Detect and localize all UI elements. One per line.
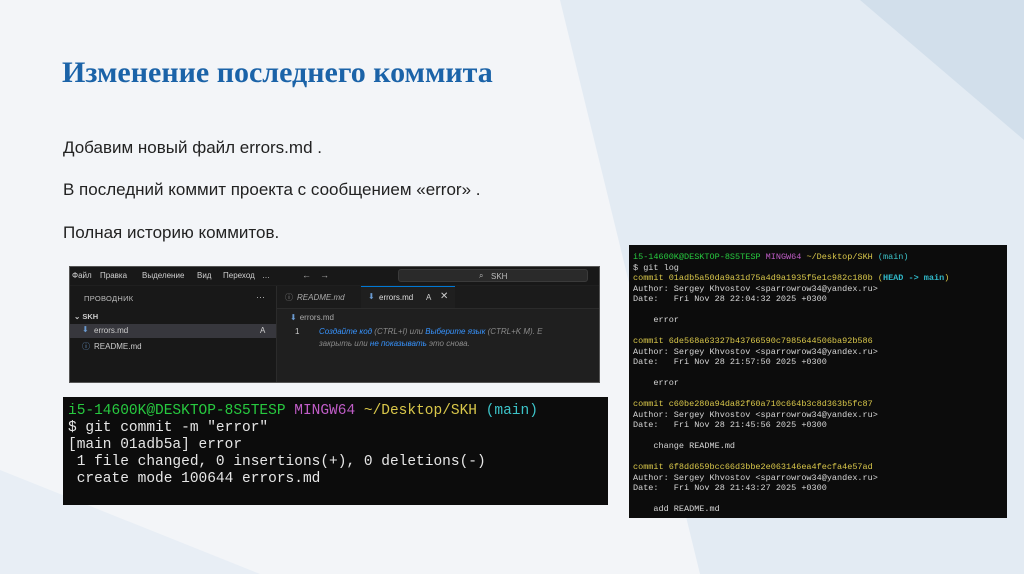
search-text: SKH bbox=[491, 272, 508, 281]
slide-paragraph-2: В последний коммит проекта с сообщением … bbox=[63, 180, 481, 199]
menu-more[interactable]: … bbox=[262, 271, 270, 280]
commit-message: error bbox=[633, 315, 679, 325]
tab-label: README.md bbox=[297, 293, 345, 302]
menu-edit[interactable]: Правка bbox=[100, 271, 127, 280]
create-code-link[interactable]: Создайте код bbox=[319, 327, 372, 336]
folder-label: SKH bbox=[82, 312, 99, 321]
breadcrumb[interactable]: ⬇ errors.md bbox=[290, 313, 334, 322]
markdown-file-icon: ⓘ bbox=[82, 342, 90, 351]
line-number: 1 bbox=[295, 327, 300, 336]
terminal-git-log[interactable]: i5-14600K@DESKTOP-8S5TESP MINGW64 ~/Desk… bbox=[629, 245, 1007, 518]
commit-message: add README.md bbox=[633, 504, 720, 514]
command-line: $ git log bbox=[633, 262, 679, 273]
command-line: $ git commit -m "error" bbox=[68, 420, 269, 436]
info-icon: ⓘ bbox=[285, 293, 293, 302]
close-icon[interactable]: ✕ bbox=[440, 291, 448, 302]
tab-readme[interactable]: ⓘ README.md bbox=[277, 286, 359, 308]
markdown-file-icon: ⬇ bbox=[290, 313, 297, 322]
slide-paragraph-1: Добавим новый файл errors.md . bbox=[63, 138, 322, 157]
commit-hash-line: commit 6de568a63327b43766590c7985644506b… bbox=[633, 336, 873, 346]
tab-label: errors.md bbox=[379, 293, 414, 302]
markdown-file-icon: ⬇ bbox=[368, 292, 375, 301]
tab-errors[interactable]: ⬇ errors.md A ✕ bbox=[361, 286, 455, 308]
commit-message: error bbox=[633, 378, 679, 388]
commit-hash-line: commit 6f8dd659bcc66d3bbe2e063146ea4fecf… bbox=[633, 462, 873, 472]
command-search-box[interactable]: ⌕ SKH bbox=[398, 269, 588, 282]
file-item-errors[interactable]: ⬇ errors.md A bbox=[70, 324, 276, 338]
vscode-window: Файл Правка Выделение Вид Переход … ← → … bbox=[69, 266, 600, 383]
git-added-badge: A bbox=[426, 293, 432, 302]
menu-selection[interactable]: Выделение bbox=[142, 271, 184, 280]
file-item-readme[interactable]: ⓘ README.md bbox=[70, 340, 276, 354]
select-language-link[interactable]: Выберите язык bbox=[425, 327, 485, 336]
explorer-sidebar: ПРОВОДНИК ··· ⌄ SKH ⬇ errors.md A ⓘ READ… bbox=[70, 286, 277, 382]
nav-forward-icon[interactable]: → bbox=[320, 270, 329, 280]
prompt-line: i5-14600K@DESKTOP-8S5TESP MINGW64 ~/Desk… bbox=[68, 403, 538, 419]
markdown-file-icon: ⬇ bbox=[82, 325, 89, 334]
commit-hash-line: commit 01adb5a50da9a31d75a4d9a1935f5e1c9… bbox=[633, 273, 950, 283]
commit-date: Date: Fri Nov 28 21:43:27 2025 +0300 bbox=[633, 483, 827, 493]
commit-message: change README.md bbox=[633, 441, 736, 451]
commit-hash-line: commit c60be280a94da82f60a710c664b3c8d36… bbox=[633, 399, 873, 409]
more-actions-icon[interactable]: ··· bbox=[256, 292, 265, 302]
menu-bar: Файл Правка Выделение Вид Переход … ← → … bbox=[70, 267, 599, 285]
breadcrumb-label: errors.md bbox=[299, 313, 334, 322]
search-icon: ⌕ bbox=[479, 271, 484, 280]
output-line: [main 01adb5a] error bbox=[68, 437, 243, 453]
slide-paragraph-3: Полная историю коммитов. bbox=[63, 223, 280, 242]
commit-date: Date: Fri Nov 28 22:04:32 2025 +0300 bbox=[633, 294, 827, 304]
nav-back-icon[interactable]: ← bbox=[302, 270, 311, 280]
output-line: create mode 100644 errors.md bbox=[68, 471, 321, 487]
menu-view[interactable]: Вид bbox=[197, 271, 211, 280]
file-name: errors.md bbox=[94, 326, 129, 335]
commit-date: Date: Fri Nov 28 21:57:50 2025 +0300 bbox=[633, 357, 827, 367]
commit-author: Author: Sergey Khvostov <sparrowrow34@ya… bbox=[633, 472, 878, 483]
folder-skh[interactable]: ⌄ SKH bbox=[74, 312, 98, 321]
menu-file[interactable]: Файл bbox=[72, 271, 92, 280]
slide-title: Изменение последнего коммита bbox=[62, 56, 493, 89]
file-name: README.md bbox=[94, 342, 142, 351]
explorer-header: ПРОВОДНИК bbox=[84, 294, 134, 303]
editor-hint-line-2: закрыть или не показывать это снова. bbox=[319, 339, 470, 348]
commit-date: Date: Fri Nov 28 21:45:56 2025 +0300 bbox=[633, 420, 827, 430]
commit-author: Author: Sergey Khvostov <sparrowrow34@ya… bbox=[633, 283, 878, 294]
prompt-line: i5-14600K@DESKTOP-8S5TESP MINGW64 ~/Desk… bbox=[633, 252, 909, 262]
editor-hint-line-1: Создайте код (CTRL+I) или Выберите язык … bbox=[319, 327, 543, 336]
git-added-badge: A bbox=[260, 326, 266, 335]
output-line: 1 file changed, 0 insertions(+), 0 delet… bbox=[68, 454, 486, 470]
commit-author: Author: Sergey Khvostov <sparrowrow34@ya… bbox=[633, 346, 878, 357]
dont-show-link[interactable]: не показывать bbox=[370, 339, 427, 348]
menu-go[interactable]: Переход bbox=[223, 271, 255, 280]
editor-area[interactable]: ⬇ errors.md 1 Создайте код (CTRL+I) или В… bbox=[277, 309, 599, 382]
editor-tabs: ⓘ README.md ⬇ errors.md A ✕ bbox=[277, 286, 599, 309]
terminal-commit[interactable]: i5-14600K@DESKTOP-8S5TESP MINGW64 ~/Desk… bbox=[63, 397, 608, 505]
commit-author: Author: Sergey Khvostov <sparrowrow34@ya… bbox=[633, 409, 878, 420]
